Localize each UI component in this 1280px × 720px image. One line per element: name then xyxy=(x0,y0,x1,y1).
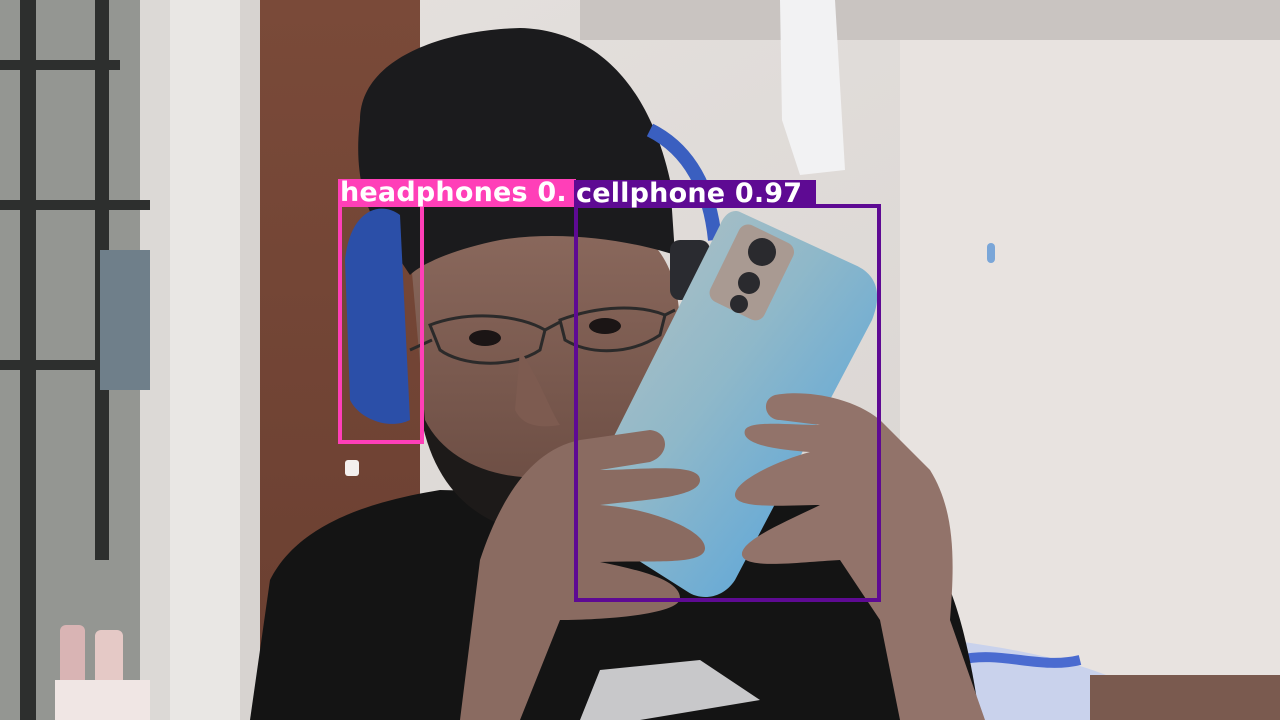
window-grill xyxy=(0,0,150,720)
furniture xyxy=(1090,675,1280,720)
wall-mark xyxy=(987,243,995,263)
right-wall xyxy=(900,40,1280,680)
cellphone-detection-label: cellphone 0.97 xyxy=(574,180,816,208)
headphones-bounding-box xyxy=(338,203,424,444)
door-latch xyxy=(345,460,359,476)
door-frame xyxy=(240,0,260,720)
detection-view: headphones 0. cellphone 0.97 xyxy=(0,0,1280,720)
ceiling-edge xyxy=(580,0,1280,40)
pillar xyxy=(170,0,250,720)
cellphone-bounding-box xyxy=(574,204,881,602)
headphones-detection-label: headphones 0. xyxy=(338,179,576,207)
